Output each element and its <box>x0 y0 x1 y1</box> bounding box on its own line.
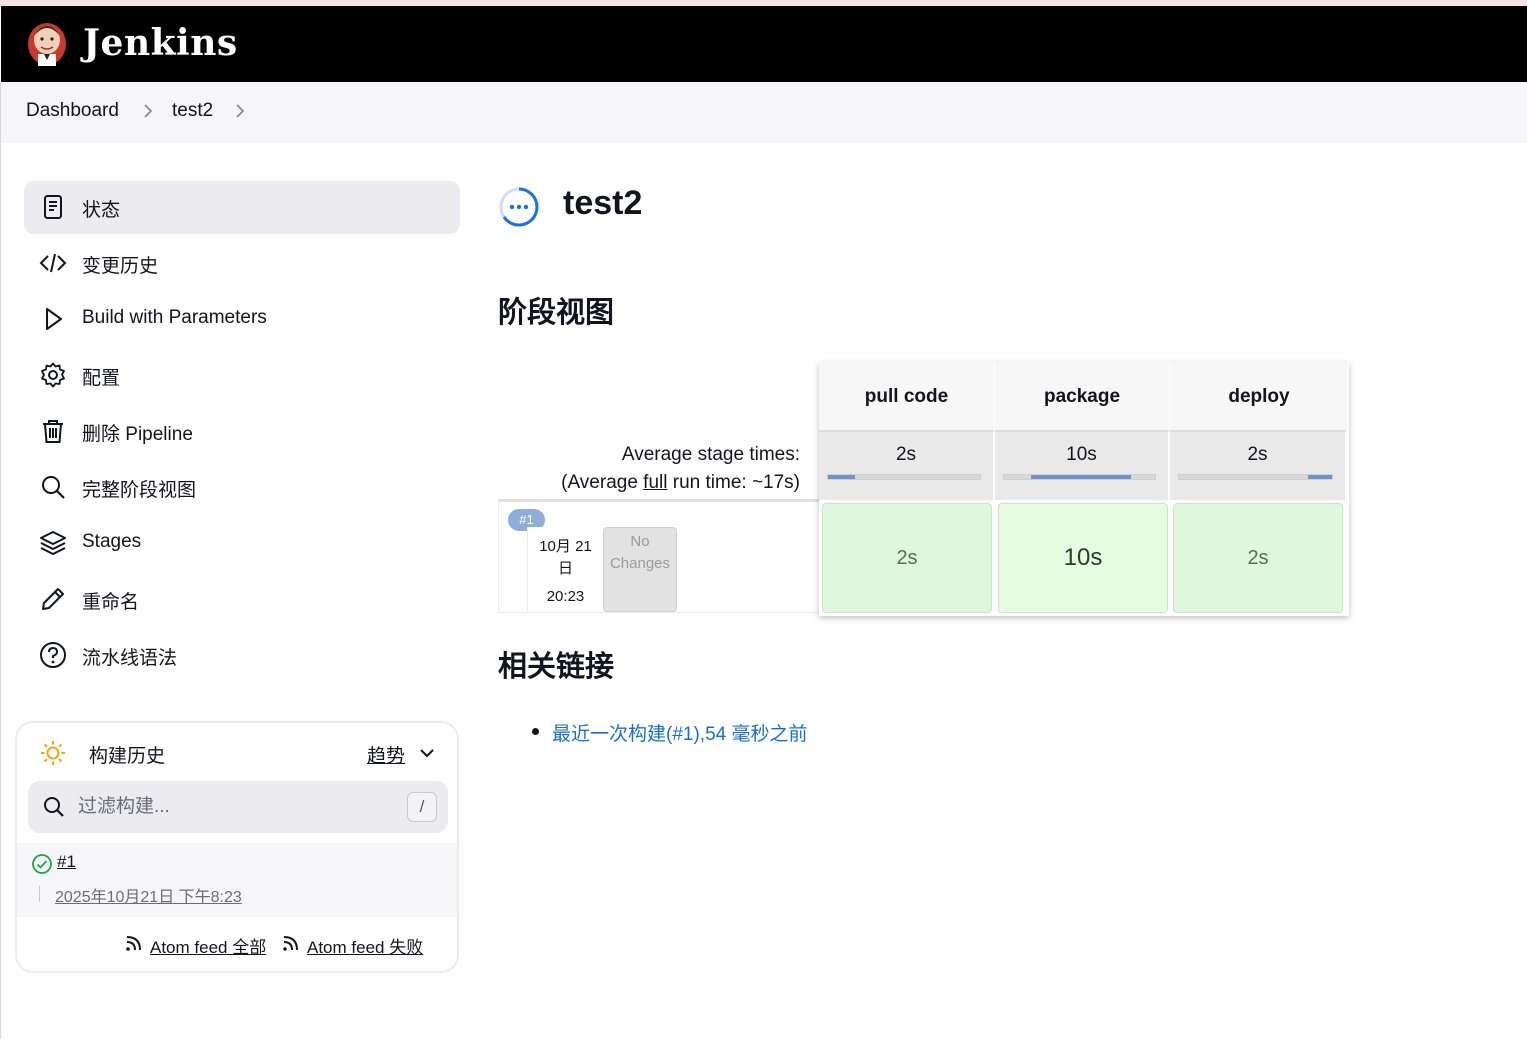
sidebar-item-build-with-parameters[interactable]: Build with Parameters <box>24 293 460 346</box>
keyboard-shortcut-hint: / <box>407 792 437 822</box>
stage-average-bar-fill <box>1307 475 1332 479</box>
stage-average-bar <box>1178 474 1333 480</box>
stage-average-bar <box>1003 474 1156 480</box>
stage-average-bar <box>827 474 981 480</box>
gear-icon <box>41 362 65 388</box>
stage-average-cell: 10s <box>995 430 1170 500</box>
document-icon <box>44 195 62 219</box>
top-header: Jenkins <box>1 6 1527 82</box>
stage-average-time: 2s <box>895 444 917 465</box>
rss-feed-icon <box>283 936 298 951</box>
run-time: 20:23 <box>546 588 585 605</box>
pencil-icon <box>42 588 64 610</box>
jenkins-brand-name[interactable]: Jenkins <box>83 22 238 64</box>
atom-feed-failed-link[interactable]: Atom feed 失败 <box>307 933 423 958</box>
stage-average-cell: 2s <box>819 430 995 500</box>
search-icon <box>42 476 65 499</box>
run-date-line1: 10月 21 <box>539 538 592 555</box>
run-date-line2: 日 <box>557 560 573 577</box>
average-full-suffix: run time: ~17s) <box>667 472 800 493</box>
stage-grid: pull code package deploy 2s 10s 2s 2s 10… <box>819 362 1349 616</box>
related-links-heading: 相关链接 <box>498 651 615 683</box>
sidebar-item-label: Build with Parameters <box>82 307 267 328</box>
stage-average-time: 10s <box>1066 444 1097 465</box>
chevron-right-icon <box>144 104 153 118</box>
last-build-link[interactable]: 最近一次构建(#1),54 毫秒之前 <box>552 719 807 746</box>
sidebar-item-delete-pipeline[interactable]: 删除 Pipeline <box>24 405 460 458</box>
jenkins-logo-icon[interactable] <box>25 16 69 72</box>
atom-feed-all-link[interactable]: Atom feed 全部 <box>150 933 266 958</box>
stage-cell-package[interactable]: 10s <box>998 503 1168 613</box>
no-changes-box[interactable]: No Changes <box>603 527 677 612</box>
stage-cell-deploy[interactable]: 2s <box>1173 503 1343 613</box>
stage-header-deploy: deploy <box>1170 362 1349 430</box>
breadcrumb-dashboard[interactable]: Dashboard <box>26 100 119 122</box>
sidebar-item-status[interactable]: 状态 <box>24 181 460 234</box>
stage-header-pull-code: pull code <box>819 362 995 430</box>
sidebar-item-label: 状态 <box>82 200 121 221</box>
stage-view-heading: 阶段视图 <box>498 297 615 329</box>
chevron-down-icon[interactable] <box>417 743 437 763</box>
build-row[interactable]: #1 2025年10月21日 下午8:23 <box>17 843 457 917</box>
success-check-icon <box>32 854 52 874</box>
page-title: test2 <box>563 184 643 222</box>
run-date-box: 10月 21 日 20:23 <box>527 527 602 612</box>
stage-view: Average stage times: (Average full run t… <box>498 362 1349 616</box>
average-full-link[interactable]: full <box>643 472 667 493</box>
trash-icon <box>43 420 63 443</box>
stage-cell-pull-code[interactable]: 2s <box>822 503 992 613</box>
average-full-run-time: (Average full run time: ~17s) <box>561 472 800 494</box>
sidebar-item-label: 完整阶段视图 <box>82 480 197 501</box>
window-left-border <box>0 82 1 1039</box>
sidebar-item-rename[interactable]: 重命名 <box>24 573 460 626</box>
search-icon <box>44 797 64 817</box>
stage-average-cell: 2s <box>1170 430 1347 500</box>
trend-link[interactable]: 趋势 <box>367 741 405 768</box>
sidebar-item-full-stage-view[interactable]: 完整阶段视图 <box>24 461 460 514</box>
build-date-link[interactable]: 2025年10月21日 下午8:23 <box>55 883 242 907</box>
build-history-title: 构建历史 <box>89 746 166 767</box>
list-bullet <box>532 728 539 735</box>
average-full-prefix: (Average <box>561 472 644 493</box>
average-stage-times-label: Average stage times: <box>621 444 800 465</box>
sidebar-item-label: 配置 <box>82 368 121 389</box>
help-icon <box>40 642 66 668</box>
job-status-pending-icon <box>499 187 539 227</box>
rss-feed-icon <box>126 936 141 951</box>
timeline-divider <box>39 886 40 902</box>
build-history-card: 构建历史 趋势 / #1 2025年10月21日 下午8:23 Atom fee… <box>15 721 459 973</box>
sidebar-item-configure[interactable]: 配置 <box>24 349 460 402</box>
sidebar-item-label: 删除 Pipeline <box>82 424 193 445</box>
sidebar-item-stages[interactable]: Stages <box>24 517 460 570</box>
sidebar-item-pipeline-syntax[interactable]: 流水线语法 <box>24 629 460 682</box>
stage-average-time: 2s <box>1247 444 1268 465</box>
play-icon <box>46 308 62 330</box>
sidebar-item-changes[interactable]: 变更历史 <box>24 237 460 290</box>
stage-average-bar-fill <box>828 475 856 479</box>
stage-header-package: package <box>995 362 1170 430</box>
build-filter-box: / <box>28 781 448 833</box>
sidebar-item-label: 流水线语法 <box>82 648 178 669</box>
sidebar-item-label: 重命名 <box>82 592 140 613</box>
code-icon <box>39 253 67 273</box>
breadcrumb-test2[interactable]: test2 <box>172 100 213 122</box>
sun-weather-icon <box>41 741 65 765</box>
stage-average-bar-fill <box>1031 475 1131 479</box>
layers-icon <box>40 531 66 555</box>
breadcrumb <box>1 82 1527 143</box>
sidebar-item-label: Stages <box>82 531 142 552</box>
sidebar-item-label: 变更历史 <box>82 256 159 277</box>
chevron-right-icon[interactable] <box>233 102 247 120</box>
build-number-link[interactable]: #1 <box>57 852 76 872</box>
build-filter-input[interactable] <box>78 793 388 821</box>
